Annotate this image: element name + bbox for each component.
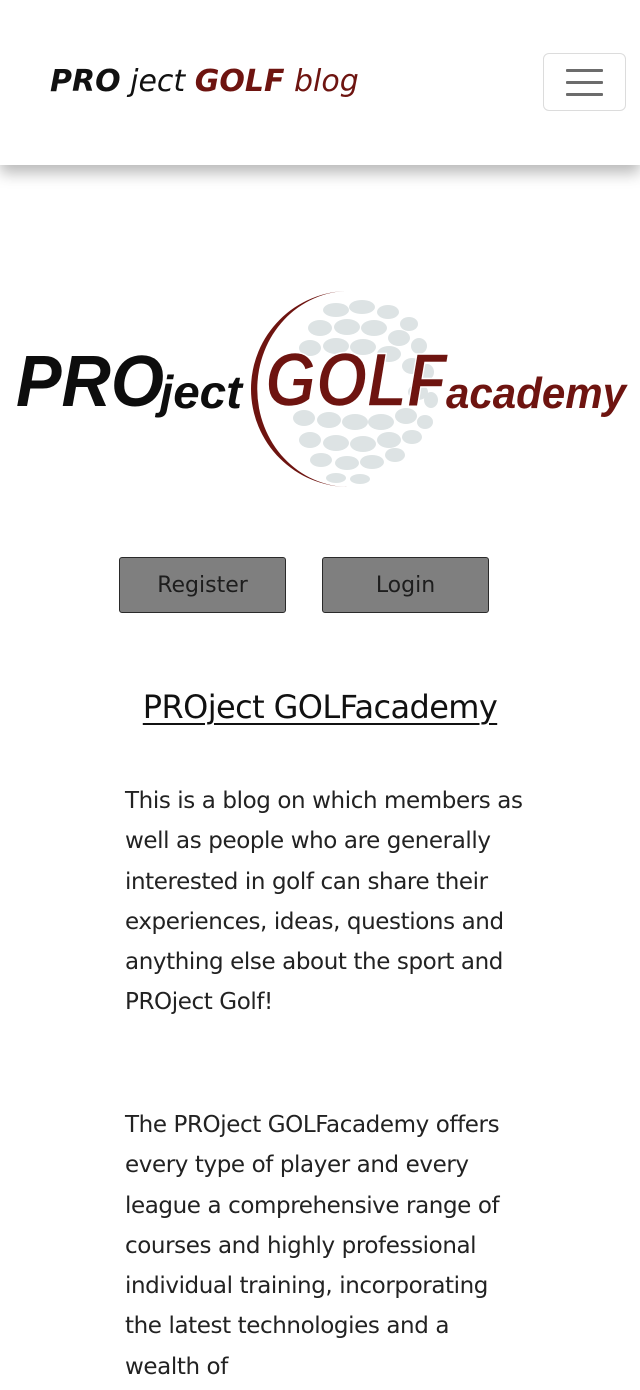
register-button[interactable]: Register	[119, 557, 286, 613]
academy-logo: PRO ject GOLF academy	[14, 288, 628, 490]
brand-pro: PRO	[50, 64, 121, 99]
brand-blog: blog	[284, 64, 359, 99]
logo-academy-text: academy	[446, 369, 628, 418]
academy-logo-graphic: PRO ject GOLF academy	[16, 291, 628, 487]
brand-golf: GOLF	[194, 64, 285, 99]
logo-pro-text: PRO	[16, 342, 164, 422]
brand-ject: ject	[120, 64, 195, 99]
logo-golf-text: GOLF	[265, 338, 449, 423]
navbar: PRO ject GOLF blog	[0, 0, 640, 165]
brand-link[interactable]: PRO ject GOLF blog	[50, 62, 359, 102]
page-title: PROject GOLFacademy	[142, 688, 498, 726]
intro-paragraph: This is a blog on which members as well …	[125, 788, 523, 1016]
navbar-toggler-button[interactable]	[543, 53, 626, 111]
academy-paragraph: The PROject GOLFacademy offers every typ…	[125, 1112, 500, 1380]
login-button[interactable]: Login	[322, 557, 489, 613]
logo-ject-text: ject	[155, 366, 244, 418]
